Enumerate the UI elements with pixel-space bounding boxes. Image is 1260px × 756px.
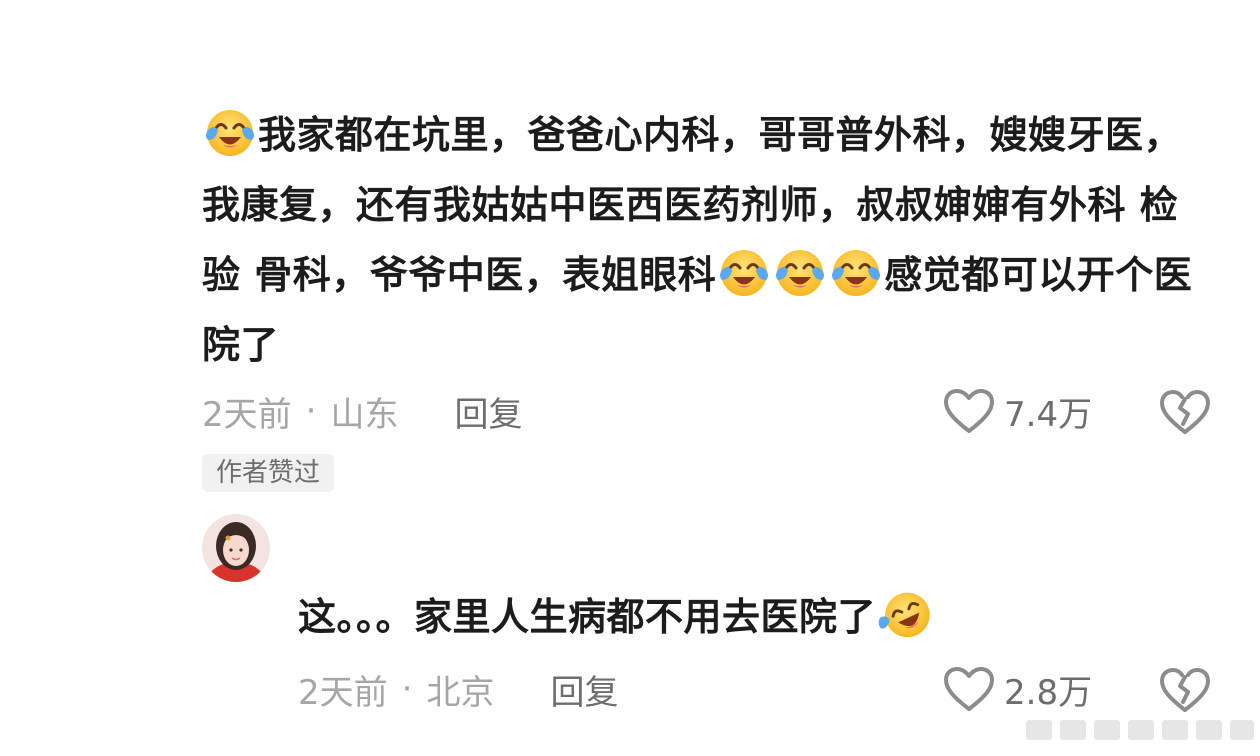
comment-time: 2天前	[202, 394, 292, 435]
comment-body: 我家都在坑里，爸爸心内科，哥哥普外科，嫂嫂牙医，我康复，还有我姑姑中医西医药剂师…	[202, 100, 1212, 380]
comment-meta: 2天前 · 山东 回复 7.4万	[202, 386, 1212, 436]
reply-meta: 2天前 · 北京 回复 2.8万	[298, 664, 1212, 714]
meta-separator: ·	[401, 669, 413, 709]
reply-text: 这。。。家里人生病都不用去医院了	[298, 595, 877, 639]
rolling-laughing-emoji-icon	[878, 588, 936, 640]
meta-separator: ·	[305, 391, 317, 431]
reply-actions: 2.8万	[942, 664, 1212, 714]
reply-button[interactable]: 回复	[454, 387, 522, 436]
avatar[interactable]	[202, 514, 270, 582]
reply-button[interactable]: 回复	[550, 665, 618, 714]
author-liked-badge: 作者赞过	[202, 454, 335, 492]
user-avatar-image	[202, 514, 270, 582]
reply-item: 这。。。家里人生病都不用去医院了 2天前 · 北京 回复 2.8万	[298, 584, 1212, 713]
crying-laughing-emoji-icon	[774, 246, 826, 298]
broken-heart-icon[interactable]	[1158, 664, 1212, 714]
comment-actions: 7.4万	[942, 386, 1212, 436]
comment-thread: 我家都在坑里，爸爸心内科，哥哥普外科，嫂嫂牙医，我康复，还有我姑姑中医西医药剂师…	[0, 0, 1260, 756]
crying-laughing-emoji-icon	[830, 246, 882, 298]
heart-icon	[944, 389, 994, 433]
watermark	[1026, 720, 1254, 740]
comment-item: 我家都在坑里，爸爸心内科，哥哥普外科，嫂嫂牙医，我康复，还有我姑姑中医西医药剂师…	[202, 100, 1212, 435]
broken-heart-icon[interactable]	[1158, 386, 1212, 436]
heart-icon	[944, 667, 994, 711]
like-count: 2.8万	[1004, 672, 1093, 713]
like-button[interactable]: 7.4万	[942, 387, 1096, 436]
reply-location: 北京	[426, 672, 495, 713]
reply-time: 2天前	[298, 672, 388, 713]
crying-laughing-emoji-icon	[718, 246, 770, 298]
like-button[interactable]: 2.8万	[942, 665, 1096, 714]
comment-location: 山东	[330, 394, 399, 435]
reply-body: 这。。。家里人生病都不用去医院了	[298, 584, 1212, 650]
like-count: 7.4万	[1004, 394, 1093, 435]
crying-laughing-emoji-icon	[204, 106, 256, 158]
